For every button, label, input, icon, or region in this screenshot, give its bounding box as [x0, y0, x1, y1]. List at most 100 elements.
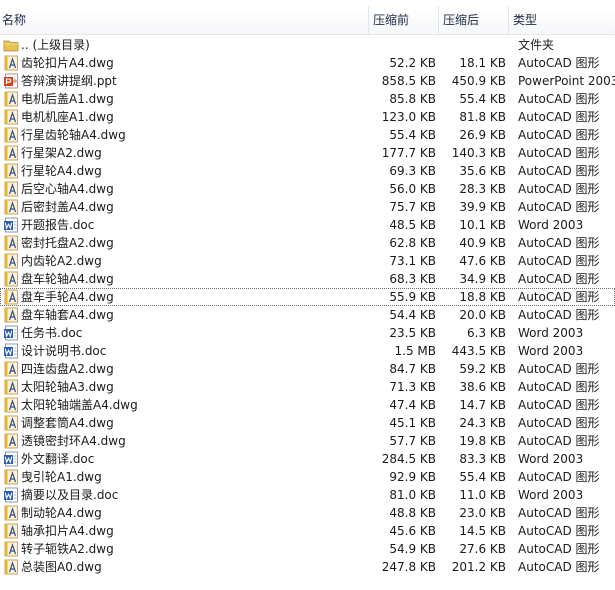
file-row[interactable]: 摘要以及目录.doc 81.0 KB 11.0 KB Word 2003 — [0, 486, 615, 504]
file-icon-cell — [3, 288, 19, 306]
file-name: 透镜密封环A4.dwg — [21, 434, 126, 448]
file-row[interactable]: 外文翻译.doc 284.5 KB 83.3 KB Word 2003 — [0, 450, 615, 468]
file-size-before: 56.0 KB — [389, 182, 436, 196]
file-type: Word 2003 — [518, 326, 584, 340]
file-size-after: 18.8 KB — [459, 290, 506, 304]
word-file-icon — [3, 451, 19, 467]
word-file-icon — [3, 487, 19, 503]
file-icon-cell — [3, 72, 19, 90]
word-file-icon — [3, 217, 19, 233]
file-name: 设计说明书.doc — [21, 344, 107, 358]
file-row[interactable]: 盘车轮轴A4.dwg 68.3 KB 34.9 KB AutoCAD 图形 — [0, 270, 615, 288]
file-size-after: 39.9 KB — [459, 200, 506, 214]
file-type: 文件夹 — [518, 38, 555, 52]
file-icon-cell — [3, 270, 19, 288]
file-size-after: 27.6 KB — [459, 542, 506, 556]
file-name: 行星架A2.dwg — [21, 146, 102, 160]
file-size-after: 26.9 KB — [459, 128, 506, 142]
file-icon-cell — [3, 306, 19, 324]
file-row[interactable]: .. (上级目录) 文件夹 — [0, 36, 615, 54]
column-header-type[interactable]: 类型 — [508, 6, 615, 34]
file-row[interactable]: 行星架A2.dwg 177.7 KB 140.3 KB AutoCAD 图形 — [0, 144, 615, 162]
file-row[interactable]: 开题报告.doc 48.5 KB 10.1 KB Word 2003 — [0, 216, 615, 234]
file-row[interactable]: 制动轮A4.dwg 48.8 KB 23.0 KB AutoCAD 图形 — [0, 504, 615, 522]
file-size-before: 177.7 KB — [381, 146, 436, 160]
file-icon-cell — [3, 450, 19, 468]
file-icon-cell — [3, 522, 19, 540]
column-header-name[interactable]: 名称 — [0, 6, 370, 34]
file-size-after: 28.3 KB — [459, 182, 506, 196]
file-name: 总装图A0.dwg — [21, 560, 102, 574]
file-name: 调整套筒A4.dwg — [21, 416, 114, 430]
file-row[interactable]: 电机后盖A1.dwg 85.8 KB 55.4 KB AutoCAD 图形 — [0, 90, 615, 108]
file-row[interactable]: 内齿轮A2.dwg 73.1 KB 47.6 KB AutoCAD 图形 — [0, 252, 615, 270]
file-size-after: 14.5 KB — [459, 524, 506, 538]
file-row[interactable]: 太阳轮轴端盖A4.dwg 47.4 KB 14.7 KB AutoCAD 图形 — [0, 396, 615, 414]
file-size-after: 6.3 KB — [467, 326, 506, 340]
file-type: Word 2003 — [518, 488, 584, 502]
file-name: 任务书.doc — [21, 326, 83, 340]
file-row[interactable]: 调整套筒A4.dwg 45.1 KB 24.3 KB AutoCAD 图形 — [0, 414, 615, 432]
file-size-before: 69.3 KB — [389, 164, 436, 178]
file-row[interactable]: 行星轮A4.dwg 69.3 KB 35.6 KB AutoCAD 图形 — [0, 162, 615, 180]
file-size-after: 23.0 KB — [459, 506, 506, 520]
file-size-after: 18.1 KB — [459, 56, 506, 70]
file-type: AutoCAD 图形 — [518, 362, 600, 376]
autocad-file-icon — [3, 361, 19, 377]
file-row-selected[interactable]: 盘车手轮A4.dwg 55.9 KB 18.8 KB AutoCAD 图形 — [0, 288, 615, 306]
file-size-before: 123.0 KB — [381, 110, 436, 124]
file-icon-cell — [3, 504, 19, 522]
file-row[interactable]: 转子轭铁A2.dwg 54.9 KB 27.6 KB AutoCAD 图形 — [0, 540, 615, 558]
file-row[interactable]: 总装图A0.dwg 247.8 KB 201.2 KB AutoCAD 图形 — [0, 558, 615, 576]
file-name: 盘车手轮A4.dwg — [21, 290, 114, 304]
column-header-bar: 名称 压缩前 压缩后 类型 — [0, 6, 615, 35]
column-header-size-after[interactable]: 压缩后 — [438, 6, 513, 34]
file-row[interactable]: 透镜密封环A4.dwg 57.7 KB 19.8 KB AutoCAD 图形 — [0, 432, 615, 450]
file-row[interactable]: 任务书.doc 23.5 KB 6.3 KB Word 2003 — [0, 324, 615, 342]
file-row[interactable]: 行星齿轮轴A4.dwg 55.4 KB 26.9 KB AutoCAD 图形 — [0, 126, 615, 144]
file-type: Word 2003 — [518, 344, 584, 358]
file-row[interactable]: 盘车轴套A4.dwg 54.4 KB 20.0 KB AutoCAD 图形 — [0, 306, 615, 324]
file-size-before: 84.7 KB — [389, 362, 436, 376]
file-row[interactable]: 密封托盘A2.dwg 62.8 KB 40.9 KB AutoCAD 图形 — [0, 234, 615, 252]
autocad-file-icon — [3, 433, 19, 449]
file-row[interactable]: 太阳轮轴A3.dwg 71.3 KB 38.6 KB AutoCAD 图形 — [0, 378, 615, 396]
file-row[interactable]: 电机机座A1.dwg 123.0 KB 81.8 KB AutoCAD 图形 — [0, 108, 615, 126]
file-size-after: 38.6 KB — [459, 380, 506, 394]
file-name: 太阳轮轴A3.dwg — [21, 380, 114, 394]
file-icon-cell — [3, 252, 19, 270]
file-icon-cell — [3, 216, 19, 234]
file-name: 电机机座A1.dwg — [21, 110, 114, 124]
file-size-after: 19.8 KB — [459, 434, 506, 448]
autocad-file-icon — [3, 289, 19, 305]
file-size-after: 35.6 KB — [459, 164, 506, 178]
autocad-file-icon — [3, 307, 19, 323]
file-row[interactable]: 轴承扣片A4.dwg 45.6 KB 14.5 KB AutoCAD 图形 — [0, 522, 615, 540]
file-size-before: 45.6 KB — [389, 524, 436, 538]
file-name: 密封托盘A2.dwg — [21, 236, 114, 250]
file-type: AutoCAD 图形 — [518, 56, 600, 70]
file-icon-cell — [3, 234, 19, 252]
file-name: 齿轮扣片A4.dwg — [21, 56, 114, 70]
autocad-file-icon — [3, 199, 19, 215]
file-row[interactable]: 后空心轴A4.dwg 56.0 KB 28.3 KB AutoCAD 图形 — [0, 180, 615, 198]
file-type: AutoCAD 图形 — [518, 506, 600, 520]
file-size-before: 1.5 MB — [394, 344, 436, 358]
file-size-before: 92.9 KB — [389, 470, 436, 484]
file-row[interactable]: 四连齿盘A2.dwg 84.7 KB 59.2 KB AutoCAD 图形 — [0, 360, 615, 378]
file-row[interactable]: 后密封盖A4.dwg 75.7 KB 39.9 KB AutoCAD 图形 — [0, 198, 615, 216]
file-icon-cell — [3, 540, 19, 558]
file-name: 太阳轮轴端盖A4.dwg — [21, 398, 138, 412]
file-name: 答辩演讲提纲.ppt — [21, 74, 117, 88]
file-name: 制动轮A4.dwg — [21, 506, 102, 520]
file-row[interactable]: 答辩演讲提纲.ppt 858.5 KB 450.9 KB PowerPoint 200… — [0, 72, 615, 90]
file-row[interactable]: 曳引轮A1.dwg 92.9 KB 55.4 KB AutoCAD 图形 — [0, 468, 615, 486]
file-row[interactable]: 设计说明书.doc 1.5 MB 443.5 KB Word 2003 — [0, 342, 615, 360]
column-header-size-before[interactable]: 压缩前 — [368, 6, 443, 34]
file-size-after: 20.0 KB — [459, 308, 506, 322]
file-row[interactable]: 齿轮扣片A4.dwg 52.2 KB 18.1 KB AutoCAD 图形 — [0, 54, 615, 72]
file-size-before: 55.4 KB — [389, 128, 436, 142]
autocad-file-icon — [3, 523, 19, 539]
file-type: AutoCAD 图形 — [518, 92, 600, 106]
folder-up-icon — [3, 37, 19, 53]
